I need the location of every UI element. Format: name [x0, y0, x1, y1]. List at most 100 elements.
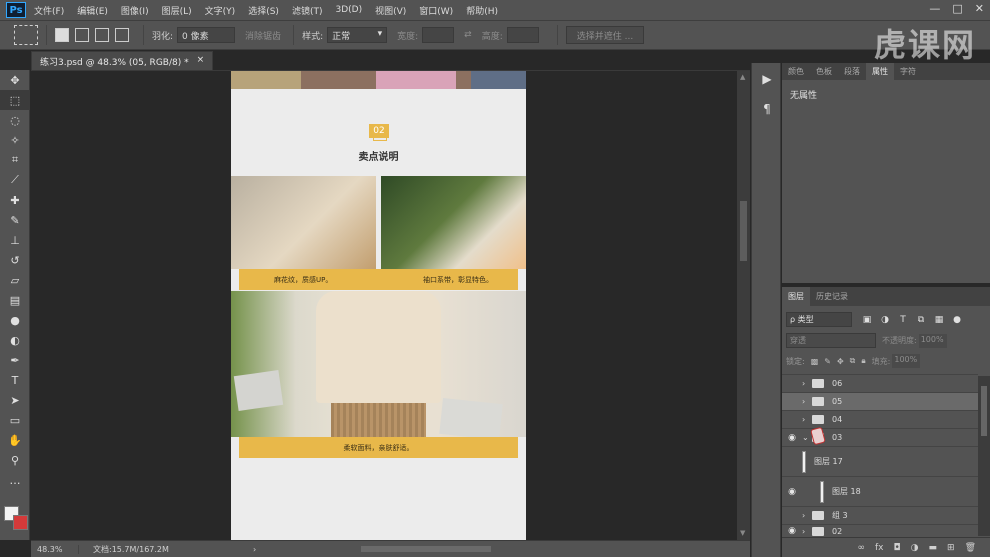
trash-icon[interactable]: 🗑︎ — [965, 543, 976, 553]
new-selection-mode-button[interactable] — [55, 28, 69, 42]
pen-tool-icon[interactable]: ✒ — [0, 350, 30, 370]
subtract-selection-mode-button[interactable] — [95, 28, 109, 42]
lock-all-icon[interactable]: 🔒︎ — [861, 356, 865, 366]
layer-row-layer-18[interactable]: ◉ 图层 18 — [782, 476, 978, 506]
filter-type-icon[interactable]: T — [896, 313, 910, 327]
layer-row-layer-17[interactable]: 图层 17 — [782, 446, 978, 476]
zoom-level[interactable]: 48.3% — [31, 544, 79, 554]
maximize-button[interactable]: □ — [952, 2, 962, 15]
blur-tool-icon[interactable]: ● — [0, 310, 30, 330]
add-selection-mode-button[interactable] — [75, 28, 89, 42]
filter-shape-icon[interactable]: ⧉ — [914, 313, 928, 327]
layer-row-02[interactable]: ◉ › 02 — [782, 524, 978, 537]
layer-row-05[interactable]: › 05 — [782, 392, 978, 410]
canvas-area[interactable]: 02 卖点说明 麻花纹，质感UP。 袖口系带，彰显特色。 柔软面料，亲肤舒适。 — [31, 71, 737, 540]
brush-tool-icon[interactable]: ✎ — [0, 210, 30, 230]
layer-row-group-3[interactable]: › 组 3 — [782, 506, 978, 524]
menu-type[interactable]: 文字(Y) — [205, 4, 236, 17]
menu-3d[interactable]: 3D(D) — [335, 5, 362, 15]
fill-input[interactable]: 100% — [892, 354, 921, 368]
menu-edit[interactable]: 编辑(E) — [77, 4, 108, 17]
width-input[interactable] — [422, 27, 455, 43]
new-layer-icon[interactable]: ⊞ — [947, 543, 955, 553]
height-input[interactable] — [506, 27, 539, 43]
scrollbar-thumb[interactable] — [740, 201, 747, 261]
status-menu-arrow-icon[interactable]: › — [253, 545, 256, 554]
menu-view[interactable]: 视图(V) — [375, 4, 406, 17]
lock-position-icon[interactable]: ✥ — [837, 357, 844, 366]
menu-file[interactable]: 文件(F) — [34, 4, 64, 17]
scrollbar-thumb[interactable] — [981, 386, 987, 436]
antialias-checkbox[interactable]: 消除锯齿 — [245, 29, 281, 42]
magic-wand-tool-icon[interactable]: ✧ — [0, 130, 30, 150]
healing-brush-tool-icon[interactable]: ✚ — [0, 190, 30, 210]
zoom-tool-icon[interactable]: ⚲ — [0, 450, 30, 470]
tab-history[interactable]: 历史记录 — [810, 291, 854, 302]
chevron-right-icon[interactable]: › — [802, 379, 812, 388]
chevron-right-icon[interactable]: › — [802, 527, 812, 536]
lock-transparent-icon[interactable]: ▩ — [811, 357, 819, 366]
tab-layers[interactable]: 图层 — [782, 287, 810, 306]
layer-row-04[interactable]: › 04 — [782, 410, 978, 428]
eye-icon[interactable]: ◉ — [782, 487, 802, 497]
more-tools-icon[interactable]: … — [0, 470, 30, 490]
menu-window[interactable]: 窗口(W) — [419, 4, 453, 17]
folder-icon[interactable]: ▬ — [929, 543, 938, 553]
document-page[interactable]: 02 卖点说明 麻花纹，质感UP。 袖口系带，彰显特色。 柔软面料，亲肤舒适。 — [231, 71, 526, 540]
select-and-mask-button[interactable]: 选择并遮住 ... — [565, 26, 645, 44]
scroll-down-icon[interactable]: ▼ — [740, 529, 745, 537]
chevron-right-icon[interactable]: › — [802, 415, 812, 424]
document-size-info[interactable]: 文档:15.7M/167.2M — [93, 544, 223, 555]
filter-toggle-icon[interactable]: ● — [950, 313, 964, 327]
type-tool-icon[interactable]: T — [0, 370, 30, 390]
menu-filter[interactable]: 滤镜(T) — [292, 4, 323, 17]
background-color-swatch[interactable] — [13, 515, 28, 530]
tab-properties[interactable]: 属性 — [866, 63, 894, 80]
layer-row-06[interactable]: › 06 — [782, 374, 978, 392]
tab-character[interactable]: 字符 — [894, 66, 922, 77]
menu-select[interactable]: 选择(S) — [248, 4, 279, 17]
link-icon[interactable]: ∞ — [858, 543, 866, 553]
menu-layer[interactable]: 图层(L) — [162, 4, 192, 17]
move-tool-icon[interactable]: ✥ — [0, 70, 30, 90]
horizontal-scrollbar-thumb[interactable] — [361, 546, 491, 552]
mask-icon[interactable]: ◘ — [894, 543, 901, 553]
intersect-selection-mode-button[interactable] — [115, 28, 129, 42]
hand-tool-icon[interactable]: ✋ — [0, 430, 30, 450]
lock-paint-icon[interactable]: ✎ — [824, 357, 831, 366]
tab-paragraph[interactable]: 段落 — [838, 66, 866, 77]
gradient-tool-icon[interactable]: ▤ — [0, 290, 30, 310]
canvas-vertical-scrollbar[interactable]: ▲ ▼ — [737, 71, 750, 540]
rectangle-tool-icon[interactable]: ▭ — [0, 410, 30, 430]
color-swatches[interactable] — [4, 506, 28, 530]
adjustment-icon[interactable]: ◑ — [911, 543, 919, 553]
menu-image[interactable]: 图像(I) — [121, 4, 149, 17]
filter-smart-object-icon[interactable]: ▦ — [932, 313, 946, 327]
eye-icon[interactable]: ◉ — [782, 526, 802, 536]
eyedropper-tool-icon[interactable]: ⟋ — [0, 170, 30, 190]
feather-input[interactable]: 0 像素 — [177, 27, 236, 43]
layers-scrollbar[interactable] — [978, 376, 990, 536]
marquee-tool-icon[interactable]: ⬚ — [0, 90, 30, 110]
play-actions-icon[interactable]: ▶ — [752, 67, 782, 91]
lock-artboard-icon[interactable]: ⧉ — [850, 356, 856, 366]
blend-mode-select[interactable]: 穿透 — [786, 333, 876, 348]
close-window-button[interactable]: ✕ — [975, 2, 984, 15]
scroll-up-icon[interactable]: ▲ — [740, 73, 745, 81]
layer-kind-select[interactable]: ρ 类型 — [786, 312, 852, 327]
style-select[interactable]: 正常 ▾ — [327, 27, 388, 43]
chevron-right-icon[interactable]: › — [802, 397, 812, 406]
document-tab[interactable]: 练习3.psd @ 48.3% (05, RGB/8) * × — [31, 51, 214, 70]
menu-help[interactable]: 帮助(H) — [466, 4, 498, 17]
filter-adjustment-icon[interactable]: ◑ — [878, 313, 892, 327]
filter-pixel-icon[interactable]: ▣ — [860, 313, 874, 327]
minimize-button[interactable]: — — [929, 2, 940, 15]
eye-icon[interactable]: ◉ — [782, 433, 802, 443]
crop-tool-icon[interactable]: ⌗ — [0, 150, 30, 170]
tab-swatches[interactable]: 色板 — [810, 66, 838, 77]
dodge-tool-icon[interactable]: ◐ — [0, 330, 30, 350]
eraser-tool-icon[interactable]: ▱ — [0, 270, 30, 290]
history-brush-tool-icon[interactable]: ↺ — [0, 250, 30, 270]
opacity-input[interactable]: 100% — [918, 333, 947, 348]
paragraph-icon[interactable]: ¶ — [752, 97, 782, 121]
